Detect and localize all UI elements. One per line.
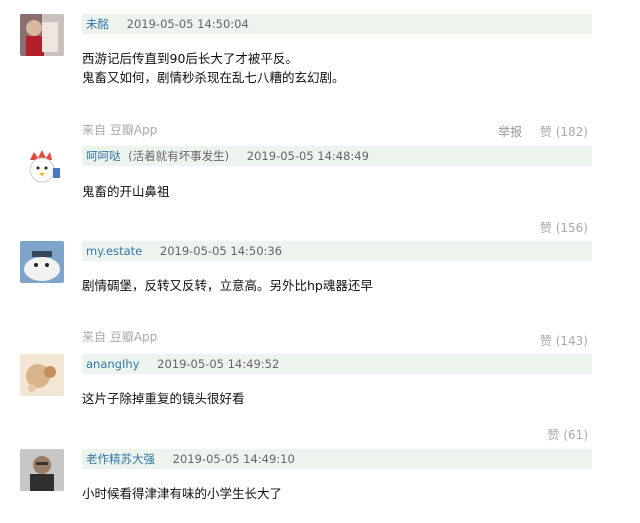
comment-actions: 举报 赞 (182): [484, 123, 588, 140]
comment-text: 鬼畜的开山鼻祖: [82, 184, 170, 199]
comment-text: 西游记后传直到90后长大了才被平反。 鬼畜又如何，剧情秒杀现在乱七八糟的玄幻剧。: [82, 51, 345, 85]
comment-meta: anangIhy 2019-05-05 14:49:52: [82, 354, 592, 374]
comment-time: 2019-05-05 14:48:49: [246, 149, 369, 163]
comment-time: 2019-05-05 14:49:52: [157, 357, 280, 371]
like-button[interactable]: 赞 (143): [540, 334, 588, 348]
comment-meta: 未酩 2019-05-05 14:50:04: [82, 14, 592, 34]
like-button[interactable]: 赞 (61): [548, 428, 588, 442]
avatar[interactable]: [20, 14, 64, 56]
username-link[interactable]: 老作精苏大强: [86, 452, 155, 466]
username-link[interactable]: my.estate: [86, 244, 142, 258]
avatar[interactable]: [20, 241, 64, 283]
comment-actions: 赞 (156): [526, 219, 588, 236]
like-button[interactable]: 赞 (156): [540, 221, 588, 235]
comment-meta: 老作精苏大强 2019-05-05 14:49:10: [82, 449, 592, 469]
avatar[interactable]: [20, 146, 64, 188]
comment-actions: 赞 (143): [526, 332, 588, 349]
comment-source: 来自 豆瓣App: [82, 330, 158, 344]
username-link[interactable]: 未酩: [86, 17, 109, 31]
comment-actions: 赞 (61): [534, 426, 588, 443]
username-link[interactable]: anangIhy: [86, 357, 139, 371]
comment-text: 小时候看得津津有味的小学生长大了: [82, 486, 283, 501]
comment-meta: my.estate 2019-05-05 14:50:36: [82, 241, 592, 261]
comment-time: 2019-05-05 14:50:04: [126, 17, 249, 31]
avatar[interactable]: [20, 449, 64, 491]
comment-text: 这片子除掉重复的镜头很好看: [82, 391, 245, 406]
like-button[interactable]: 赞 (182): [540, 125, 588, 139]
user-status: (活着就有坏事发生): [128, 149, 230, 163]
comment-source: 来自 豆瓣App: [82, 123, 158, 137]
comment-meta: 呵呵哒 (活着就有坏事发生) 2019-05-05 14:48:49: [82, 146, 592, 166]
avatar[interactable]: [20, 354, 64, 396]
comment-time: 2019-05-05 14:49:10: [172, 452, 295, 466]
comment-text: 剧情碉堡，反转又反转，立意高。另外比hp魂器还早: [82, 278, 373, 293]
report-button[interactable]: 举报: [498, 125, 522, 139]
username-link[interactable]: 呵呵哒: [86, 149, 121, 163]
comment-time: 2019-05-05 14:50:36: [159, 244, 283, 258]
